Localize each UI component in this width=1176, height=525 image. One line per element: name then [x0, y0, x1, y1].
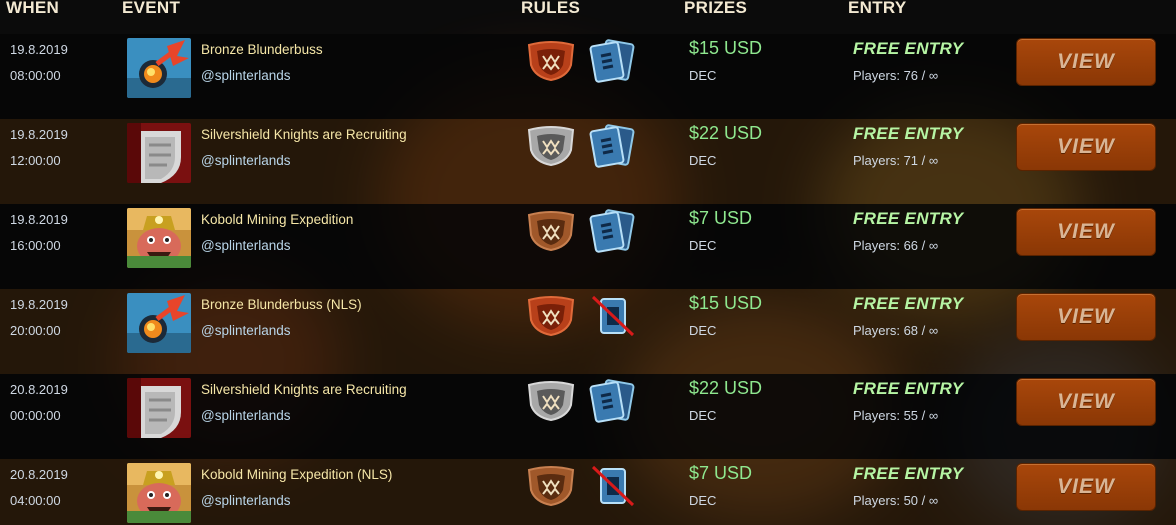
prize-amount: $7 USD — [689, 208, 753, 228]
event-name[interactable]: Silvershield Knights are Recruiting — [201, 127, 407, 142]
event-time: 16:00:00 — [10, 238, 61, 253]
prize-currency: DEC — [689, 493, 717, 508]
player-count: Players: 66 / ∞ — [853, 238, 939, 253]
prize-amount: $15 USD — [689, 38, 763, 58]
event-name[interactable]: Kobold Mining Expedition — [201, 212, 353, 227]
table-row: 19.8.2019 12:00:00 Silvershield Knights … — [0, 119, 1176, 204]
tournament-table: WHEN EVENT RULES PRIZES ENTRY 19.8.2019 … — [0, 0, 1176, 525]
event-date: 20.8.2019 — [10, 382, 68, 397]
event-name[interactable]: Bronze Blunderbuss (NLS) — [201, 297, 362, 312]
view-button-label: VIEW — [1057, 475, 1115, 498]
no-legendary-cards-icon — [589, 293, 637, 339]
event-name[interactable]: Silvershield Knights are Recruiting — [201, 382, 407, 397]
no-legendary-cards-icon — [589, 463, 637, 509]
player-count: Players: 55 / ∞ — [853, 408, 939, 423]
kobold-miner-icon — [127, 463, 191, 523]
player-count: Players: 50 / ∞ — [853, 493, 939, 508]
prize-amount: $15 USD — [689, 293, 763, 313]
view-button-label: VIEW — [1057, 220, 1115, 243]
event-organizer[interactable]: @splinterlands — [201, 68, 291, 83]
event-date: 19.8.2019 — [10, 127, 68, 142]
prize-amount: $22 USD — [689, 123, 763, 143]
view-button-label: VIEW — [1057, 305, 1115, 328]
cards-allowed-icon — [589, 123, 637, 169]
view-button[interactable]: VIEW — [1016, 293, 1156, 341]
view-button[interactable]: VIEW — [1016, 38, 1156, 86]
event-name[interactable]: Bronze Blunderbuss — [201, 42, 323, 57]
league-shield-icon — [527, 39, 575, 82]
view-button[interactable]: VIEW — [1016, 208, 1156, 256]
kobold-miner-icon — [127, 208, 191, 268]
event-time: 20:00:00 — [10, 323, 61, 338]
event-time: 08:00:00 — [10, 68, 61, 83]
player-count: Players: 71 / ∞ — [853, 153, 939, 168]
header-prizes: PRIZES — [684, 0, 748, 17]
header-when: WHEN — [6, 0, 60, 17]
cards-allowed-icon — [589, 38, 637, 84]
table-row: 19.8.2019 20:00:00 Bronze Blunderbuss (N… — [0, 289, 1176, 374]
league-shield-icon — [527, 209, 575, 252]
event-organizer[interactable]: @splinterlands — [201, 238, 291, 253]
prize-currency: DEC — [689, 153, 717, 168]
event-time: 00:00:00 — [10, 408, 61, 423]
event-organizer[interactable]: @splinterlands — [201, 323, 291, 338]
event-date: 19.8.2019 — [10, 297, 68, 312]
event-organizer[interactable]: @splinterlands — [201, 408, 291, 423]
prize-currency: DEC — [689, 238, 717, 253]
blunderbuss-icon — [127, 38, 191, 98]
prize-amount: $22 USD — [689, 378, 763, 398]
event-organizer[interactable]: @splinterlands — [201, 493, 291, 508]
table-row: 19.8.2019 16:00:00 Kobold Mining Expedit… — [0, 204, 1176, 289]
view-button-label: VIEW — [1057, 390, 1115, 413]
view-button[interactable]: VIEW — [1016, 463, 1156, 511]
league-shield-icon — [527, 294, 575, 337]
league-shield-icon — [527, 124, 575, 167]
header-entry: ENTRY — [848, 0, 907, 17]
table-row: 20.8.2019 04:00:00 Kobold Mining Expedit… — [0, 459, 1176, 525]
silver-shield-icon — [127, 378, 191, 438]
table-header: WHEN EVENT RULES PRIZES ENTRY — [0, 0, 1176, 18]
view-button-label: VIEW — [1057, 50, 1115, 73]
silver-shield-icon — [127, 123, 191, 183]
blunderbuss-icon — [127, 293, 191, 353]
event-date: 20.8.2019 — [10, 467, 68, 482]
event-time: 04:00:00 — [10, 493, 61, 508]
entry-type: FREE ENTRY — [853, 379, 964, 398]
view-button-label: VIEW — [1057, 135, 1115, 158]
league-shield-icon — [527, 464, 575, 507]
view-button[interactable]: VIEW — [1016, 378, 1156, 426]
header-event: EVENT — [122, 0, 181, 17]
header-rules: RULES — [521, 0, 581, 17]
event-date: 19.8.2019 — [10, 212, 68, 227]
cards-allowed-icon — [589, 378, 637, 424]
entry-type: FREE ENTRY — [853, 464, 964, 483]
entry-type: FREE ENTRY — [853, 124, 964, 143]
prize-amount: $7 USD — [689, 463, 753, 483]
entry-type: FREE ENTRY — [853, 39, 964, 58]
event-date: 19.8.2019 — [10, 42, 68, 57]
league-shield-icon — [527, 379, 575, 422]
cards-allowed-icon — [589, 208, 637, 254]
prize-currency: DEC — [689, 68, 717, 83]
table-row: 19.8.2019 08:00:00 Bronze Blunderbuss @s… — [0, 34, 1176, 119]
event-time: 12:00:00 — [10, 153, 61, 168]
entry-type: FREE ENTRY — [853, 209, 964, 228]
entry-type: FREE ENTRY — [853, 294, 964, 313]
player-count: Players: 68 / ∞ — [853, 323, 939, 338]
prize-currency: DEC — [689, 408, 717, 423]
event-organizer[interactable]: @splinterlands — [201, 153, 291, 168]
table-row: 20.8.2019 00:00:00 Silvershield Knights … — [0, 374, 1176, 459]
view-button[interactable]: VIEW — [1016, 123, 1156, 171]
event-name[interactable]: Kobold Mining Expedition (NLS) — [201, 467, 392, 482]
prize-currency: DEC — [689, 323, 717, 338]
player-count: Players: 76 / ∞ — [853, 68, 939, 83]
